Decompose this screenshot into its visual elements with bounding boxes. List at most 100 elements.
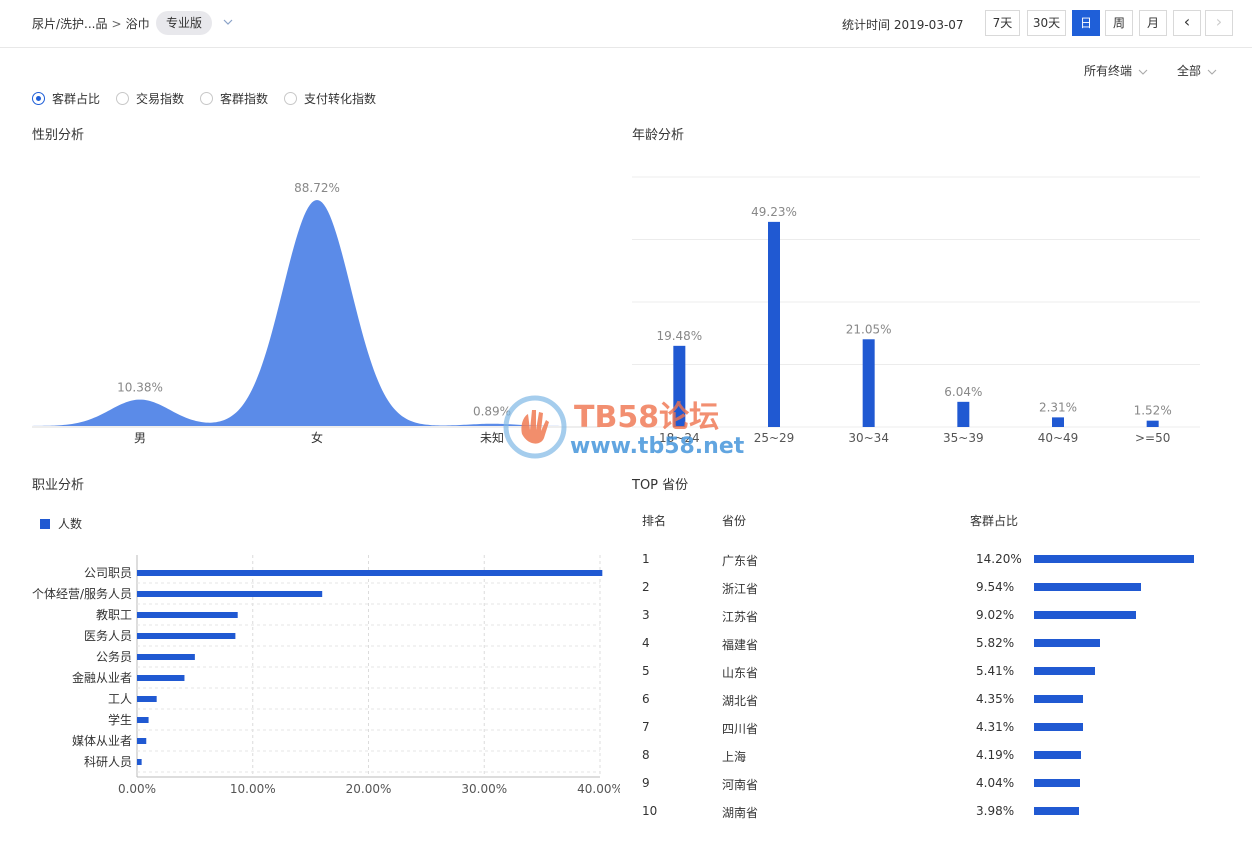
province-rank: 2 bbox=[642, 580, 650, 594]
age-category-label: 35~39 bbox=[943, 431, 984, 445]
prev-button[interactable]: ‹ bbox=[1173, 10, 1201, 36]
province-row: 6 湖北省 4.35% bbox=[632, 686, 1212, 714]
watermark-url: www.tb58.net bbox=[570, 434, 745, 459]
range-30d-button[interactable]: 30天 bbox=[1027, 10, 1066, 36]
radio-label: 支付转化指数 bbox=[304, 92, 377, 106]
radio-dot bbox=[200, 92, 214, 105]
age-bar bbox=[862, 339, 875, 427]
province-share-bar bbox=[1034, 555, 1194, 563]
job-bar bbox=[137, 633, 236, 639]
province-share: 14.20% bbox=[976, 552, 1022, 566]
radio-customer-share[interactable]: 客群占比 bbox=[32, 90, 100, 107]
job-category-label: 学生 bbox=[108, 712, 132, 727]
province-row: 1 广东省 14.20% bbox=[632, 546, 1212, 574]
province-share-bar bbox=[1034, 779, 1080, 787]
province-share-bar bbox=[1034, 695, 1083, 703]
province-share-bar bbox=[1034, 639, 1100, 647]
province-share-bar bbox=[1034, 667, 1095, 675]
radio-customer-index[interactable]: 客群指数 bbox=[200, 90, 268, 107]
job-bar bbox=[137, 675, 185, 681]
job-bar bbox=[137, 717, 149, 723]
job-category-label: 公司职员 bbox=[84, 566, 132, 580]
terminal-dropdown-label: 所有终端 bbox=[1084, 64, 1133, 78]
province-row: 9 河南省 4.04% bbox=[632, 770, 1212, 798]
age-value-label: 19.48% bbox=[656, 329, 702, 343]
col-header-rank: 排名 bbox=[642, 514, 667, 528]
breadcrumb-category[interactable]: 尿片/洗护...品 bbox=[32, 15, 108, 32]
province-rank: 7 bbox=[642, 720, 650, 734]
job-tick-label: 30.00% bbox=[461, 782, 507, 796]
age-bar bbox=[957, 401, 970, 427]
province-name: 江苏省 bbox=[722, 610, 759, 624]
province-rank: 1 bbox=[642, 552, 650, 566]
province-rank: 5 bbox=[642, 664, 650, 678]
job-category-label: 个体经营/服务人员 bbox=[32, 586, 132, 601]
province-rank: 10 bbox=[642, 804, 658, 818]
age-value-label: 6.04% bbox=[944, 385, 982, 399]
age-value-label: 21.05% bbox=[846, 322, 892, 336]
gender-value-label: 88.72% bbox=[294, 181, 340, 195]
province-share-bar bbox=[1034, 611, 1136, 619]
job-legend-label: 人数 bbox=[58, 516, 82, 531]
metric-radio-group: 客群占比 交易指数 客群指数 支付转化指数 bbox=[32, 90, 392, 107]
job-bar bbox=[137, 591, 323, 597]
job-category-label: 工人 bbox=[108, 692, 132, 706]
job-chart: 人数 0.00% 10.00% 20.00% 30.00% 40.00% 公司职员个体经营/… bbox=[32, 516, 620, 796]
province-share: 4.04% bbox=[976, 776, 1015, 790]
radio-trade-index[interactable]: 交易指数 bbox=[116, 90, 184, 107]
age-bar bbox=[768, 221, 780, 427]
job-bar bbox=[137, 570, 603, 576]
job-bar bbox=[137, 696, 157, 702]
radio-dot bbox=[116, 92, 130, 105]
province-row: 3 江苏省 9.02% bbox=[632, 602, 1212, 630]
range-7d-button[interactable]: 7天 bbox=[985, 10, 1020, 36]
breadcrumb-separator: > bbox=[111, 16, 122, 31]
range-day-button[interactable]: 日 bbox=[1072, 10, 1100, 36]
radio-dot bbox=[32, 92, 45, 105]
province-row: 10 湖南省 3.98% bbox=[632, 798, 1212, 826]
radio-label: 交易指数 bbox=[136, 92, 185, 106]
age-bar bbox=[1146, 420, 1159, 427]
next-button[interactable]: › bbox=[1205, 10, 1233, 36]
province-share: 5.82% bbox=[976, 636, 1015, 650]
job-tick-label: 0.00% bbox=[118, 782, 156, 796]
breadcrumb: 尿片/洗护...品 > 浴巾 bbox=[32, 15, 150, 32]
terminal-dropdown[interactable]: 所有终端 bbox=[1084, 62, 1148, 79]
job-category-label: 教职工 bbox=[96, 607, 132, 622]
job-bar bbox=[137, 654, 195, 660]
radio-pay-conversion[interactable]: 支付转化指数 bbox=[284, 90, 376, 107]
age-value-label: 1.52% bbox=[1134, 404, 1172, 418]
chevron-down-icon[interactable] bbox=[222, 16, 234, 28]
province-name: 湖南省 bbox=[722, 806, 759, 820]
job-title: 职业分析 bbox=[32, 478, 85, 493]
scope-dropdown[interactable]: 全部 bbox=[1177, 62, 1217, 79]
province-name: 浙江省 bbox=[722, 582, 759, 596]
age-value-label: 49.23% bbox=[751, 205, 797, 219]
province-name: 福建省 bbox=[722, 638, 759, 652]
age-category-label: 25~29 bbox=[754, 431, 795, 445]
province-row: 8 上海 4.19% bbox=[632, 742, 1212, 770]
job-category-label: 公务员 bbox=[96, 649, 132, 664]
province-rank: 8 bbox=[642, 748, 650, 762]
province-rank: 3 bbox=[642, 608, 650, 622]
job-tick-label: 20.00% bbox=[346, 782, 392, 796]
age-title: 年龄分析 bbox=[632, 128, 685, 143]
top-bar: 尿片/洗护...品 > 浴巾 专业版 统计时间 2019-03-07 7天 30… bbox=[0, 0, 1252, 48]
province-rank: 9 bbox=[642, 776, 650, 790]
province-share: 9.02% bbox=[976, 608, 1015, 622]
job-bar bbox=[137, 612, 238, 618]
chevron-down-icon bbox=[1138, 69, 1148, 75]
chevron-down-icon bbox=[1207, 69, 1217, 75]
province-row: 7 四川省 4.31% bbox=[632, 714, 1212, 742]
edition-badge[interactable]: 专业版 bbox=[156, 11, 213, 35]
province-row: 2 浙江省 9.54% bbox=[632, 574, 1212, 602]
job-category-label: 媒体从业者 bbox=[72, 734, 132, 748]
age-value-label: 2.31% bbox=[1039, 400, 1077, 414]
range-month-button[interactable]: 月 bbox=[1139, 10, 1167, 36]
range-week-button[interactable]: 周 bbox=[1105, 10, 1133, 36]
province-share: 5.41% bbox=[976, 664, 1015, 678]
province-rank: 6 bbox=[642, 692, 650, 706]
breadcrumb-subcategory[interactable]: 浴巾 bbox=[126, 15, 150, 32]
province-title: TOP 省份 bbox=[632, 478, 689, 493]
gender-category-label: 男 bbox=[134, 431, 146, 445]
